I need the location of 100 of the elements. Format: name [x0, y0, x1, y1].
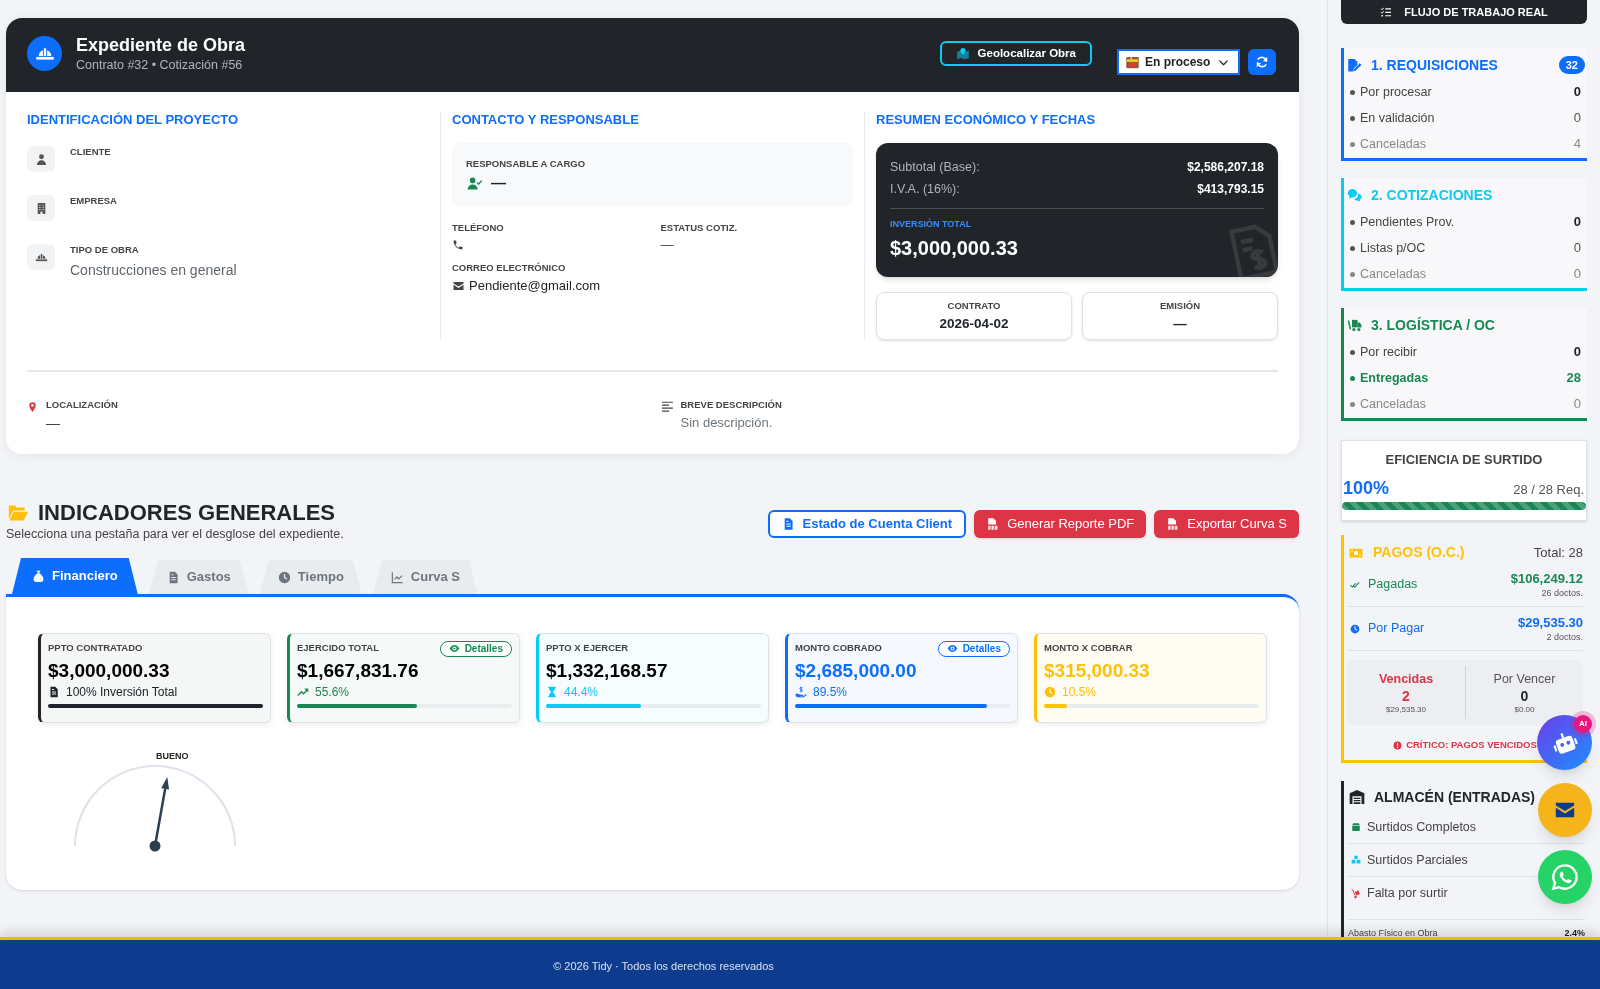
email-value: Pendiente@gmail.com	[469, 278, 600, 294]
field-label: LOCALIZACIÓN	[46, 399, 118, 411]
file-icon	[986, 517, 1000, 531]
refresh-button[interactable]	[1248, 49, 1276, 75]
stage-row-value: 0	[1573, 213, 1581, 232]
tab[interactable]: Tiempo	[259, 560, 362, 594]
stage-row-value: 0	[1573, 109, 1581, 128]
payment-docs: 2 doctos.	[1546, 630, 1583, 643]
action-button[interactable]: Estado de Cuenta Client	[767, 510, 967, 538]
efficiency-percent: 100%	[1343, 477, 1390, 499]
stage-row-label: Canceladas	[1360, 395, 1426, 413]
map-pin-icon	[955, 46, 970, 61]
supply-value: 2.4%	[1564, 928, 1585, 937]
bullet-icon	[1350, 115, 1355, 121]
field-label: RESPONSABLE A CARGO	[466, 158, 587, 170]
warehouse-row-label: Surtidos Parciales	[1367, 851, 1468, 869]
field-label: BREVE DESCRIPCIÓN	[680, 399, 782, 411]
kpi-note: 89.5%	[813, 684, 848, 700]
kpi-label: MONTO COBRADO	[795, 641, 882, 656]
exclamation-icon	[1393, 740, 1403, 750]
kpi-label: PPTO CONTRATADO	[48, 641, 143, 656]
summary-label: I.V.A. (16%):	[890, 180, 960, 198]
field-value: —	[491, 174, 506, 192]
summary-value: $2,586,207.18	[1187, 159, 1264, 176]
date-value: —	[1173, 315, 1187, 332]
stage-title: 2. COTIZACIONES	[1371, 186, 1493, 204]
details-button[interactable]: Detalles	[937, 640, 1010, 657]
action-button[interactable]: Exportar Curva S	[1154, 510, 1299, 538]
geolocate-button[interactable]: Geolocalizar Obra	[939, 41, 1092, 66]
stage-row-value: 0	[1573, 265, 1581, 284]
payments-title: PAGOS (O.C.)	[1373, 543, 1465, 562]
count-badge: 32	[1558, 56, 1585, 74]
due-label: Vencidas	[1378, 670, 1434, 687]
payment-amount: $106,249.12	[1510, 570, 1583, 587]
clock-icon	[277, 570, 291, 584]
file-icon	[1166, 517, 1180, 531]
tab[interactable]: Financiero	[12, 558, 138, 594]
field-label: EMPRESA	[70, 195, 117, 207]
kpi-note: 44.4%	[564, 684, 599, 700]
field-value: Construcciones en general	[70, 261, 237, 279]
warehouse-row-label: Surtidos Completos	[1367, 818, 1477, 836]
stage-row-label: Canceladas	[1360, 265, 1426, 283]
total-label: INVERSIÓN TOTAL	[890, 218, 972, 230]
hourglass-icon	[546, 686, 558, 698]
field-label: ESTATUS COTIZ.	[660, 222, 739, 234]
email-button[interactable]	[1538, 783, 1592, 837]
field-value: Sin descripción.	[680, 414, 774, 431]
status-select[interactable]: En proceso	[1117, 49, 1240, 75]
stage-row-value: 0	[1573, 395, 1581, 414]
stage-row-value: 0	[1573, 83, 1581, 102]
building-icon	[27, 195, 55, 221]
document-pen-icon	[1346, 57, 1363, 73]
details-button[interactable]: Detalles	[439, 640, 512, 657]
action-button[interactable]: Generar Reporte PDF	[974, 510, 1147, 538]
chat-bubbles-icon	[1346, 187, 1363, 203]
ai-badge: AI	[1574, 715, 1592, 733]
date-value: 2026-04-02	[939, 315, 1009, 332]
eye-icon	[946, 643, 958, 654]
hard-hat-icon	[27, 244, 55, 270]
stage-row-value: 28	[1566, 369, 1581, 388]
warehouse-icon	[1348, 789, 1366, 805]
person-check-icon	[466, 175, 483, 191]
clock-icon	[1350, 623, 1360, 634]
stage-row-value: 0	[1573, 239, 1581, 258]
gauge-label: BUENO	[156, 750, 189, 762]
kpi-note: 100% Inversión Total	[66, 684, 178, 700]
field-value: —	[660, 237, 675, 253]
due-label: Por Vencer	[1493, 670, 1556, 687]
kpi-note: 55.6%	[315, 684, 350, 700]
kpi-label: MONTO X COBRAR	[1044, 641, 1133, 656]
section-title: IDENTIFICACIÓN DEL PROYECTO	[27, 112, 240, 128]
tab[interactable]: Gastos	[148, 560, 249, 594]
payment-docs: 26 doctos.	[1541, 586, 1583, 599]
field-label: TIPO DE OBRA	[70, 244, 140, 256]
due-count: 0	[1520, 686, 1529, 705]
kpi-value: $1,667,831.76	[297, 659, 420, 683]
refresh-icon	[1255, 55, 1269, 69]
stage-row-value: 0	[1573, 343, 1581, 362]
section-title: CONTACTO Y RESPONSABLE	[452, 112, 640, 128]
bullet-icon	[1350, 375, 1355, 381]
section-subtitle: Selecciona una pestaña para ver el desglose del expediente.	[6, 526, 344, 542]
payment-amount: $29,535.30	[1517, 614, 1583, 631]
footer-text: © 2026 Tidy · Todos los derechos reservados	[553, 959, 774, 975]
kpi-value: $3,000,000.33	[48, 659, 171, 683]
bullet-icon	[1350, 401, 1355, 407]
line-chart-icon	[390, 570, 404, 584]
due-amount: $29,535.30	[1385, 704, 1426, 715]
stage-row-label: Listas p/OC	[1360, 239, 1426, 257]
summary-label: Subtotal (Base):	[890, 158, 980, 176]
page-title: Expediente de Obra	[76, 34, 246, 56]
section-title: RESUMEN ECONÓMICO Y FECHAS	[876, 112, 1097, 128]
phone-icon	[452, 239, 464, 251]
field-label: CORREO ELECTRÓNICO	[452, 262, 567, 274]
stage-row-label: Por recibir	[1360, 343, 1417, 361]
summary-value: $413,793.15	[1197, 181, 1264, 198]
tab[interactable]: Curva S	[372, 560, 478, 594]
bullet-icon	[1350, 89, 1355, 95]
warehouse-row-label: Falta por surtir	[1367, 885, 1448, 903]
bullet-icon	[1350, 141, 1355, 147]
total-value: $3,000,000.33	[890, 236, 1018, 261]
